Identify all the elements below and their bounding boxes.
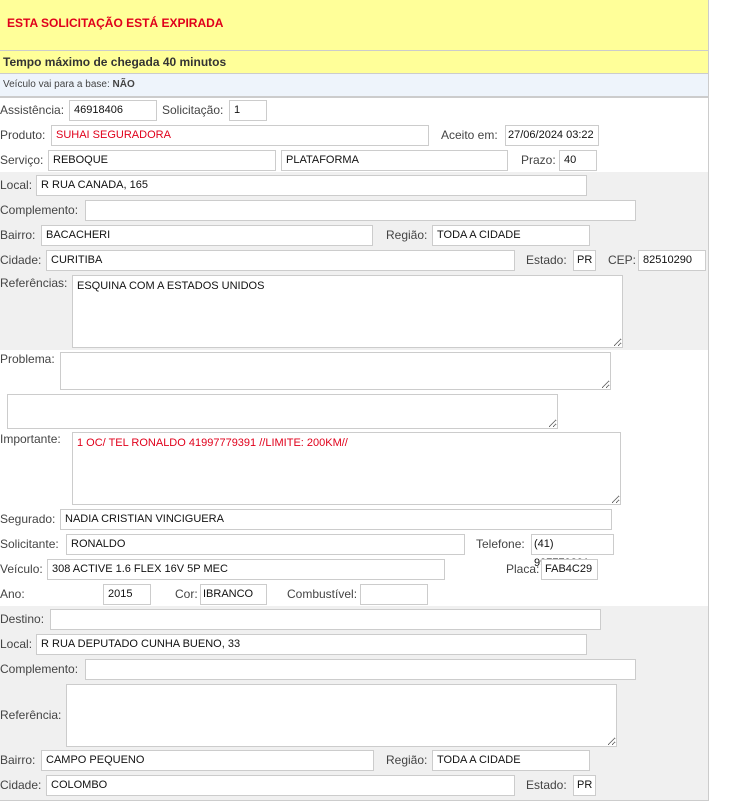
complemento-field[interactable] (85, 200, 636, 221)
solicitacao-field[interactable]: 1 (229, 100, 267, 121)
servico-label: Serviço: (0, 153, 44, 167)
regiao-label: Região: (386, 228, 428, 242)
destino-regiao-label: Região: (386, 753, 428, 767)
importante-textarea[interactable]: 1 OC/ TEL RONALDO 41997779391 //LIMITE: … (72, 432, 621, 505)
bairro-field[interactable]: BACACHERI (41, 225, 373, 246)
estado-label: Estado: (526, 253, 567, 267)
destino-complemento-field[interactable] (85, 659, 636, 680)
expired-banner: ESTA SOLICITAÇÃO ESTÁ EXPIRADA (0, 0, 708, 51)
problema-detail-textarea[interactable] (7, 394, 558, 429)
servico-field[interactable]: REBOQUE (48, 150, 276, 171)
base-value: NÃO (112, 79, 135, 90)
telefone-label: Telefone: (476, 537, 525, 551)
problema-textarea[interactable] (60, 352, 611, 390)
aceito-label: Aceito em: (441, 128, 498, 142)
cep-field[interactable]: 82510290 (638, 250, 706, 271)
cor-field[interactable]: IBRANCO (200, 584, 267, 605)
expired-message: ESTA SOLICITAÇÃO ESTÁ EXPIRADA (7, 16, 224, 30)
destino-bairro-label: Bairro: (0, 753, 36, 767)
veiculo-label: Veículo: (0, 562, 43, 576)
solicitante-label: Solicitante: (0, 537, 59, 551)
assistencia-field[interactable]: 46918406 (69, 100, 157, 121)
servico-type-field[interactable]: PLATAFORMA (281, 150, 508, 171)
destino-bairro-field[interactable]: CAMPO PEQUENO (41, 750, 374, 771)
destino-label: Destino: (0, 612, 45, 626)
base-info: Veículo vai para a base: NÃO (0, 74, 708, 98)
referencias-label: Referências: (0, 276, 68, 290)
destino-estado-field[interactable]: PR (573, 775, 596, 796)
aceito-field[interactable]: 27/06/2024 03:22 (505, 125, 599, 146)
base-label: Veículo vai para a base: (3, 79, 110, 90)
destino-referencia-label: Referência: (0, 708, 62, 722)
cidade-field[interactable]: CURITIBA (46, 250, 515, 271)
segurado-field[interactable]: NADIA CRISTIAN VINCIGUERA (60, 509, 612, 530)
max-time-banner: Tempo máximo de chegada 40 minutos (0, 51, 708, 74)
service-request-form: ESTA SOLICITAÇÃO ESTÁ EXPIRADA Tempo máx… (0, 0, 709, 801)
ano-field[interactable]: 2015 (103, 584, 151, 605)
destino-referencia-textarea[interactable] (66, 684, 617, 747)
bairro-label: Bairro: (0, 228, 36, 242)
destino-regiao-field[interactable]: TODA A CIDADE (432, 750, 590, 771)
destino-local-field[interactable]: R RUA DEPUTADO CUNHA BUENO, 33 (36, 634, 587, 655)
veiculo-field[interactable]: 308 ACTIVE 1.6 FLEX 16V 5P MEC (47, 559, 445, 580)
segurado-label: Segurado: (0, 512, 56, 526)
ano-label: Ano: (0, 587, 25, 601)
cidade-label: Cidade: (0, 253, 42, 267)
destino-estado-label: Estado: (526, 778, 567, 792)
prazo-field[interactable]: 40 (559, 150, 597, 171)
combustivel-field[interactable] (360, 584, 428, 605)
destino-cidade-label: Cidade: (0, 778, 42, 792)
prazo-label: Prazo: (521, 153, 556, 167)
destino-local-label: Local: (0, 637, 33, 651)
referencias-textarea[interactable]: ESQUINA COM A ESTADOS UNIDOS (72, 275, 623, 348)
local-field[interactable]: R RUA CANADA, 165 (36, 175, 587, 196)
solicitante-field[interactable]: RONALDO (66, 534, 465, 555)
produto-label: Produto: (0, 128, 46, 142)
assistencia-label: Assistência: (0, 103, 65, 117)
complemento-label: Complemento: (0, 203, 79, 217)
max-time-message: Tempo máximo de chegada 40 minutos (3, 55, 227, 69)
regiao-field[interactable]: TODA A CIDADE (432, 225, 590, 246)
destino-field[interactable] (50, 609, 601, 630)
cor-label: Cor: (175, 587, 198, 601)
importante-label: Importante: (0, 432, 61, 446)
local-label: Local: (0, 178, 33, 192)
solicitacao-label: Solicitação: (162, 103, 224, 117)
estado-field[interactable]: PR (573, 250, 596, 271)
combustivel-label: Combustível: (287, 587, 358, 601)
placa-label: Placa: (506, 562, 540, 576)
destino-cidade-field[interactable]: COLOMBO (46, 775, 515, 796)
placa-field[interactable]: FAB4C29 (541, 559, 598, 580)
telefone-field[interactable]: (41) 997779391 (531, 534, 614, 569)
problema-label: Problema: (0, 352, 55, 366)
cep-label: CEP: (608, 253, 637, 267)
produto-field[interactable]: SUHAI SEGURADORA (51, 125, 429, 146)
destino-complemento-label: Complemento: (0, 662, 79, 676)
